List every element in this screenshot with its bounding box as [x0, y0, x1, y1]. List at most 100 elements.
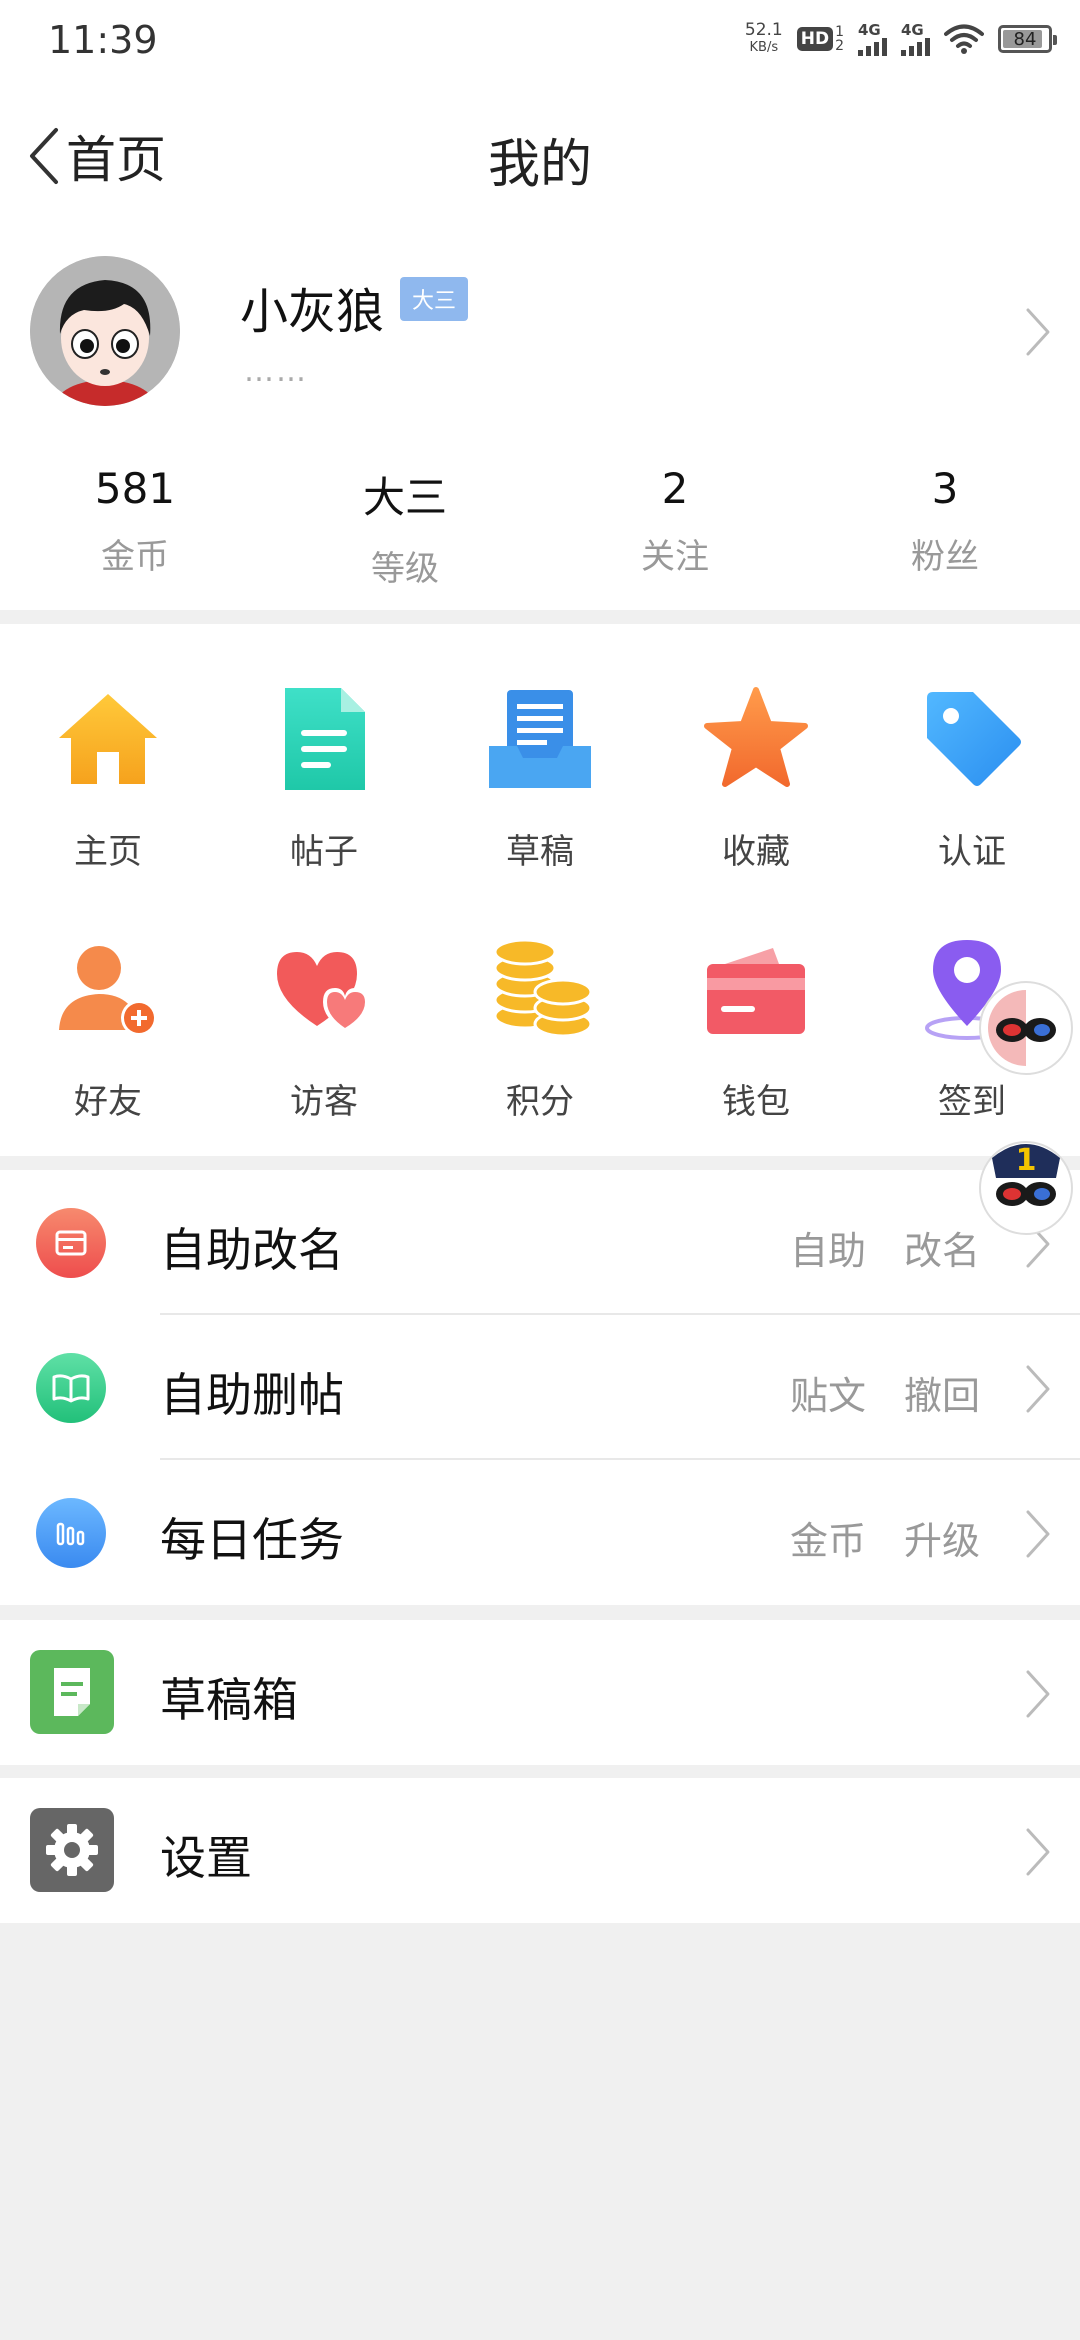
grid-label: 草稿 [506, 832, 574, 872]
floating-level-badge-button[interactable]: 1 [978, 1128, 1074, 1238]
list-item-rename[interactable]: 自助改名 自助 改名 [0, 1170, 1080, 1315]
status-bar: 11:39 52.1 KB/s HD 12 4G 4G 84 [0, 0, 1080, 82]
avatar-cartoon-image [30, 256, 180, 406]
grid-item-verification[interactable]: 认证 [864, 684, 1080, 873]
row-title: 每日任务 [160, 1513, 344, 1567]
grid-item-friends[interactable]: 好友 [0, 934, 216, 1123]
row-tags: 金币 升级 [790, 1510, 980, 1565]
hd-voice-icon: HD 12 [796, 24, 844, 54]
chevron-right-icon [1026, 1670, 1050, 1718]
sim2-label: 2 [835, 38, 844, 54]
draft-tray-icon [489, 690, 591, 788]
sim1-label: 1 [835, 24, 844, 40]
grid-item-visitors[interactable]: 访客 [216, 934, 432, 1123]
profile-card: 小灰狼 大三 …… 581 金币 大三 等级 2 关注 3 粉丝 [0, 232, 1080, 610]
note-icon [54, 1668, 90, 1716]
row-tags: 贴文 撤回 [790, 1365, 980, 1420]
row-tag: 升级 [903, 1519, 980, 1563]
grid-item-wallet[interactable]: 钱包 [648, 934, 864, 1123]
list-item-delete-post[interactable]: 自助删帖 贴文 撤回 [0, 1315, 1080, 1460]
avatar[interactable] [30, 256, 180, 406]
list-item-daily-tasks[interactable]: 每日任务 金币 升级 [0, 1460, 1080, 1605]
grid-item-favorites[interactable]: 收藏 [648, 684, 864, 873]
grid-label: 积分 [506, 1082, 574, 1122]
gear-icon-badge [30, 1808, 114, 1892]
stat-value: 581 [94, 464, 176, 513]
stat-label: 粉丝 [911, 537, 979, 577]
hearts-icon [277, 952, 369, 1032]
profile-summary[interactable]: 小灰狼 大三 …… [0, 232, 1080, 442]
home-icon [59, 694, 157, 784]
battery-level: 84 [1013, 28, 1037, 50]
grid-item-home[interactable]: 主页 [0, 684, 216, 873]
tag-icon [927, 692, 1021, 786]
wallet-icon [707, 948, 805, 1034]
level-badge: 大三 [400, 277, 469, 321]
row-tag: 自助 [789, 1229, 866, 1273]
grid-label: 帖子 [290, 832, 358, 872]
document-icon [285, 688, 365, 790]
mask-icon [979, 981, 1073, 1075]
grid-item-posts[interactable]: 帖子 [216, 684, 432, 873]
stat-followers[interactable]: 3 粉丝 [810, 464, 1080, 590]
row-tag: 金币 [789, 1519, 866, 1563]
drafts-group: 草稿箱 [0, 1620, 1080, 1765]
page-title: 我的 [487, 135, 592, 195]
stat-following[interactable]: 2 关注 [540, 464, 810, 590]
star-icon [704, 687, 808, 787]
stat-value: 2 [661, 464, 689, 513]
row-title: 设置 [160, 1831, 252, 1885]
stat-label: 关注 [641, 537, 709, 577]
row-title: 自助改名 [160, 1223, 344, 1277]
status-indicators: 52.1 KB/s HD 12 4G 4G 84 [745, 20, 1057, 56]
stats-row: 581 金币 大三 等级 2 关注 3 粉丝 [0, 464, 1080, 590]
signal-4g-icon: 4G [901, 22, 930, 56]
card-icon [55, 1230, 87, 1256]
stat-value: 大三 [362, 473, 447, 522]
hd-label: HD [796, 27, 834, 51]
settings-group: 设置 [0, 1778, 1080, 1923]
chevron-right-icon [1026, 1510, 1050, 1558]
list-item-drafts-box[interactable]: 草稿箱 [0, 1620, 1080, 1765]
row-tag: 贴文 [789, 1374, 866, 1418]
bar-chart-icon [56, 1522, 85, 1546]
add-friend-icon [59, 946, 157, 1036]
stat-coins[interactable]: 581 金币 [0, 464, 270, 590]
chevron-right-icon [1026, 1828, 1050, 1876]
stat-label: 等级 [371, 549, 439, 589]
grid-item-drafts[interactable]: 草稿 [432, 684, 648, 873]
grid-label: 签到 [938, 1082, 1006, 1122]
row-title: 草稿箱 [160, 1673, 298, 1727]
row-tag: 撤回 [903, 1374, 980, 1418]
list-item-settings[interactable]: 设置 [0, 1778, 1080, 1923]
coins-icon [493, 938, 593, 1038]
floating-badge-count: 1 [1016, 1143, 1037, 1178]
row-tags: 自助 改名 [790, 1220, 980, 1275]
status-time: 11:39 [48, 18, 158, 62]
stat-label: 金币 [101, 537, 169, 577]
book-icon [52, 1374, 90, 1403]
signal-label: 4G [858, 20, 881, 39]
feature-grid: 主页 帖子 草稿 收藏 认证 好友 访客 积分 钱包 签到 [0, 624, 1080, 1156]
card-icon-badge [36, 1208, 106, 1278]
username: 小灰狼 [240, 284, 385, 340]
grid-label: 访客 [290, 1082, 358, 1122]
stat-level[interactable]: 大三 等级 [270, 464, 540, 590]
chevron-right-icon [1026, 308, 1050, 356]
network-speed-value: 52.1 [744, 20, 783, 40]
grid-label: 主页 [74, 832, 142, 872]
gear-icon [46, 1824, 98, 1876]
bar-chart-icon-badge [36, 1498, 106, 1568]
row-tag: 改名 [903, 1229, 980, 1273]
grid-item-points[interactable]: 积分 [432, 934, 648, 1123]
grid-label: 收藏 [722, 832, 790, 872]
signature: …… [244, 354, 308, 389]
floating-mask-button[interactable] [978, 980, 1074, 1076]
grid-label: 钱包 [722, 1082, 790, 1122]
battery-icon: 84 [998, 25, 1057, 53]
chevron-right-icon [1026, 1365, 1050, 1413]
police-badge-icon: 1 [979, 1141, 1073, 1235]
book-icon-badge [36, 1353, 106, 1423]
network-speed: 52.1 KB/s [745, 22, 783, 56]
signal-4g-icon: 4G [858, 20, 887, 56]
